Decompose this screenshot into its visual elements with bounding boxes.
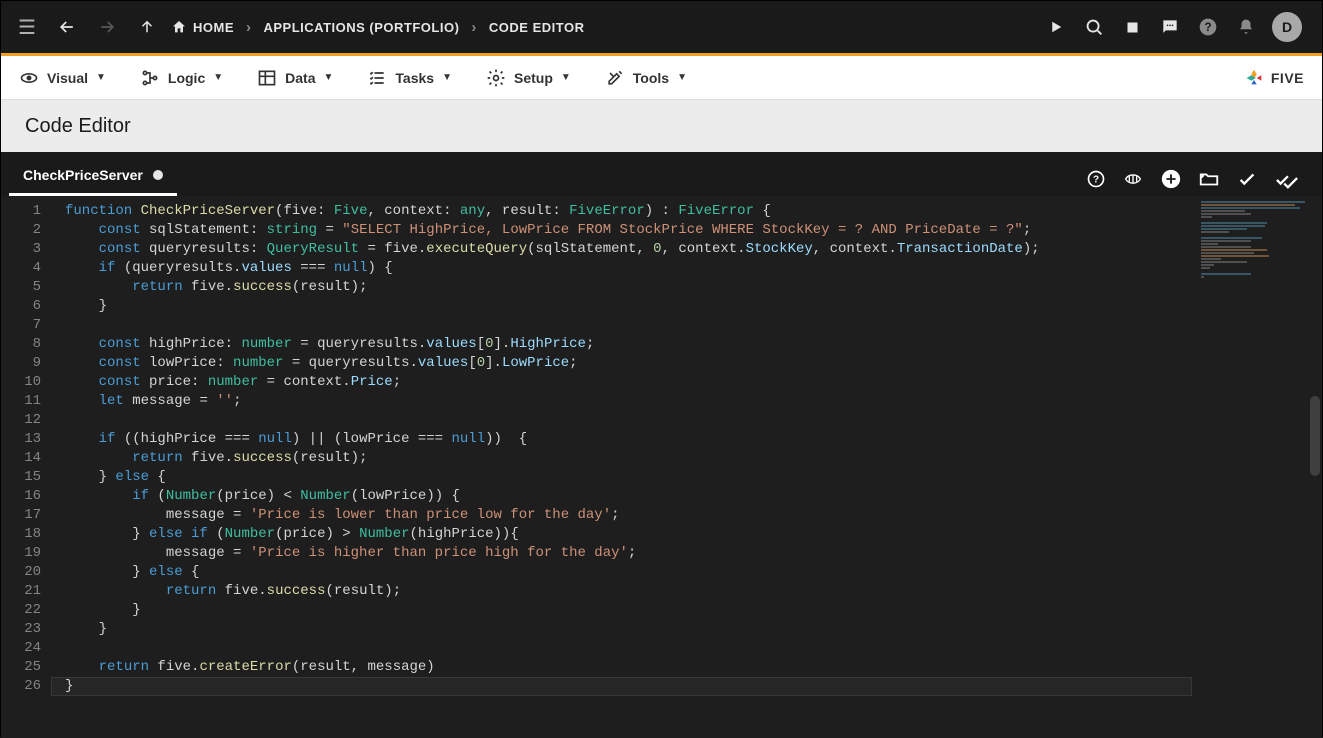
forward-icon (91, 11, 123, 43)
search-icon[interactable] (1082, 15, 1106, 39)
line-gutter: 1234567891011121314151617181920212223242… (1, 196, 51, 738)
up-icon[interactable] (131, 11, 163, 43)
toolbar-visual[interactable]: Visual▼ (19, 68, 106, 88)
back-icon[interactable] (51, 11, 83, 43)
play-icon[interactable] (1044, 15, 1068, 39)
scrollbar-vertical[interactable] (1310, 396, 1320, 476)
stop-icon[interactable] (1120, 15, 1144, 39)
toolbar-tools[interactable]: Tools▼ (605, 68, 687, 88)
check-icon[interactable] (1236, 168, 1258, 190)
hint-icon[interactable]: ? (1086, 169, 1106, 189)
toolbar-logic[interactable]: Logic▼ (140, 68, 223, 88)
editor-actions: ? (1086, 168, 1314, 196)
tab-checkpriceserver[interactable]: CheckPriceServer (9, 157, 177, 196)
code-content[interactable]: function CheckPriceServer(five: Five, co… (51, 196, 1322, 738)
toolbar-setup[interactable]: Setup▼ (486, 68, 571, 88)
check-all-icon[interactable] (1274, 168, 1300, 190)
minimap[interactable] (1198, 200, 1308, 330)
chevron-right-icon: › (471, 19, 477, 36)
editor-tabbar: CheckPriceServer ? (1, 152, 1322, 196)
open-folder-icon[interactable] (1198, 168, 1220, 190)
chevron-right-icon: › (246, 19, 252, 36)
topbar-actions: ? D (1044, 12, 1312, 42)
toolbar-data[interactable]: Data▼ (257, 68, 333, 88)
svg-text:?: ? (1093, 174, 1099, 185)
breadcrumb-home[interactable]: HOME (171, 19, 234, 35)
brand-logo: FIVE (1243, 67, 1304, 89)
tab-label: CheckPriceServer (23, 167, 143, 183)
bell-icon[interactable] (1234, 15, 1258, 39)
page-title: Code Editor (1, 100, 1322, 152)
unsaved-dot-icon (153, 170, 163, 180)
ai-icon[interactable] (1122, 168, 1144, 190)
svg-text:?: ? (1204, 21, 1211, 34)
main-toolbar: Visual▼ Logic▼ Data▼ Tasks▼ Setup▼ Tools… (1, 56, 1322, 100)
toolbar-tasks[interactable]: Tasks▼ (367, 68, 452, 88)
help-icon[interactable]: ? (1196, 15, 1220, 39)
breadcrumb-applications[interactable]: APPLICATIONS (PORTFOLIO) (264, 20, 460, 35)
breadcrumb-code-editor[interactable]: CODE EDITOR (489, 20, 585, 35)
breadcrumb: HOME › APPLICATIONS (PORTFOLIO) › CODE E… (171, 19, 584, 36)
top-bar: ☰ HOME › APPLICATIONS (PORTFOLIO) › CODE… (1, 1, 1322, 53)
breadcrumb-home-label: HOME (193, 20, 234, 35)
avatar[interactable]: D (1272, 12, 1302, 42)
add-icon[interactable] (1160, 168, 1182, 190)
chat-icon[interactable] (1158, 15, 1182, 39)
code-editor[interactable]: 1234567891011121314151617181920212223242… (1, 196, 1322, 738)
menu-icon[interactable]: ☰ (11, 11, 43, 43)
